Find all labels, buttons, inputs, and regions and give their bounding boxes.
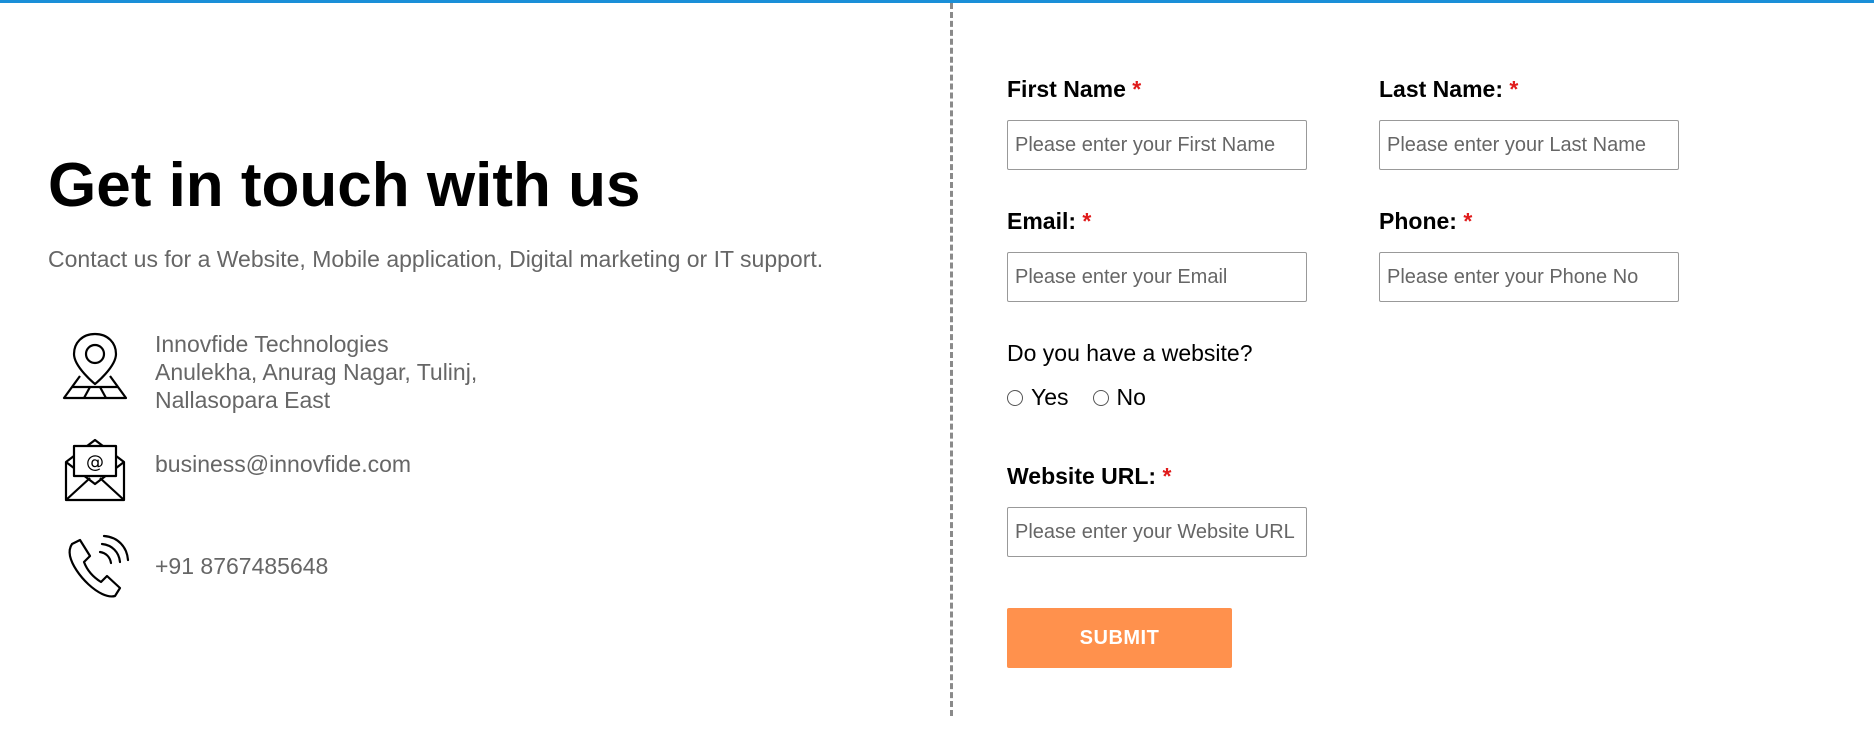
required-mark: * — [1463, 208, 1473, 234]
envelope-at-icon: @ — [60, 432, 130, 504]
radio-no[interactable]: No — [1092, 384, 1146, 411]
radio-no-label[interactable]: No — [1117, 384, 1146, 411]
required-mark: * — [1162, 463, 1172, 489]
contact-page: Get in touch with us Contact us for a We… — [0, 0, 1874, 737]
page-title: Get in touch with us — [48, 151, 641, 220]
website-url-label: Website URL: * — [1007, 463, 1172, 489]
phone-field: Phone: * — [1379, 208, 1679, 302]
submit-button[interactable]: SUBMIT — [1007, 608, 1232, 668]
location-pin-icon — [60, 330, 130, 402]
first-name-field: First Name * — [1007, 76, 1307, 170]
required-mark: * — [1509, 76, 1519, 102]
email-row: @ business@innovfide.com — [60, 432, 411, 504]
address-line: Nallasopara East — [155, 387, 331, 413]
page-subtitle: Contact us for a Website, Mobile applica… — [48, 246, 824, 272]
phone-ringing-icon — [60, 530, 130, 602]
email-label: Email: * — [1007, 208, 1092, 234]
last-name-input[interactable] — [1379, 120, 1679, 170]
website-url-input[interactable] — [1007, 507, 1307, 557]
website-url-field: Website URL: * — [1007, 463, 1307, 557]
address-row: Innovfide Technologies Anulekha, Anurag … — [60, 330, 477, 414]
phone-text: +91 8767485648 — [155, 553, 329, 579]
email-input[interactable] — [1007, 252, 1307, 302]
website-question: Do you have a website? — [1007, 340, 1253, 366]
phone-label: Phone: * — [1379, 208, 1473, 234]
svg-text:@: @ — [86, 452, 104, 473]
email-text: business@innovfide.com — [155, 451, 412, 477]
radio-yes[interactable]: Yes — [1007, 384, 1069, 411]
required-mark: * — [1082, 208, 1092, 234]
address-line: Anulekha, Anurag Nagar, Tulinj, — [155, 359, 478, 385]
required-mark: * — [1132, 76, 1142, 102]
email-field: Email: * — [1007, 208, 1307, 302]
first-name-input[interactable] — [1007, 120, 1307, 170]
radio-no-circle[interactable] — [1092, 389, 1109, 406]
first-name-label: First Name * — [1007, 76, 1142, 102]
address-text: Innovfide Technologies Anulekha, Anurag … — [155, 330, 477, 414]
radio-yes-label[interactable]: Yes — [1031, 384, 1069, 411]
column-divider — [950, 3, 953, 716]
address-line: Innovfide Technologies — [155, 331, 389, 357]
phone-input[interactable] — [1379, 252, 1679, 302]
phone-row: +91 8767485648 — [60, 530, 328, 602]
last-name-field: Last Name: * — [1379, 76, 1679, 170]
radio-yes-circle[interactable] — [1007, 389, 1023, 406]
website-radio-group: Yes No — [1007, 384, 1170, 411]
contact-form: First Name * Last Name: * Email: * Phone… — [1007, 0, 1827, 737]
last-name-label: Last Name: * — [1379, 76, 1519, 102]
